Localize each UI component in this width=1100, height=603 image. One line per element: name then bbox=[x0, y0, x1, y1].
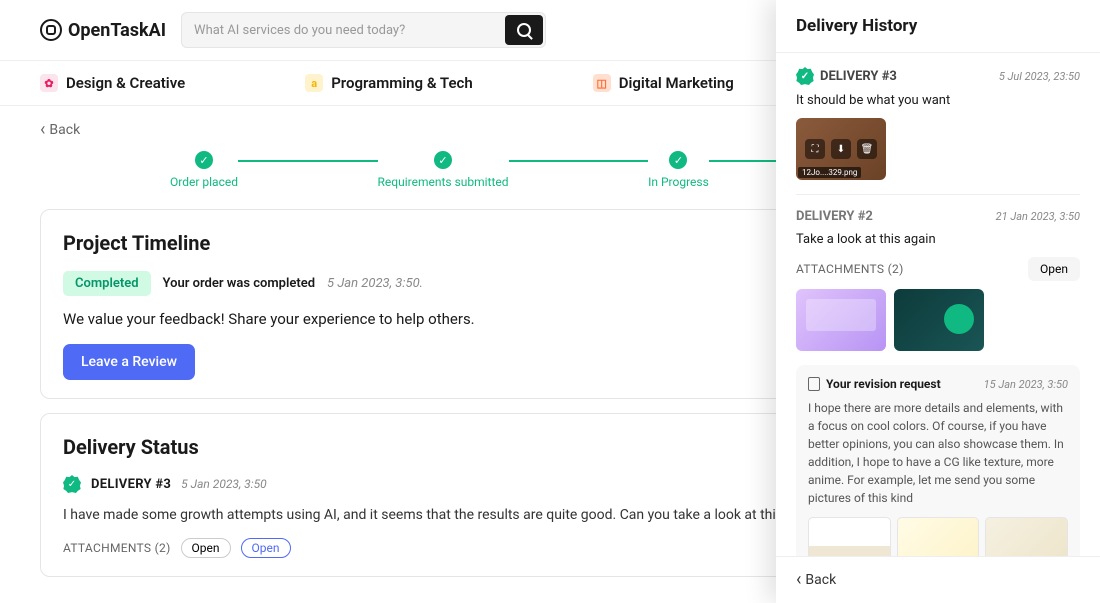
brand-name: OpenTaskAI bbox=[68, 20, 166, 41]
programming-icon: a bbox=[305, 74, 323, 92]
delivery-2-date: 21 Jan 2023, 3:50 bbox=[996, 210, 1080, 223]
delivery-2-title: DELIVERY #2 bbox=[796, 209, 873, 224]
delivery-3-message: It should be what you want bbox=[796, 93, 1080, 108]
step-requirements: Requirements submitted bbox=[378, 151, 509, 189]
panel-title: Delivery History bbox=[776, 0, 1100, 53]
leave-review-button[interactable]: Leave a Review bbox=[63, 344, 195, 380]
attachment-thumbnail[interactable] bbox=[894, 289, 984, 351]
status-text: Your order was completed bbox=[163, 276, 316, 291]
check-icon bbox=[434, 151, 452, 169]
design-icon: ✿ bbox=[40, 74, 58, 92]
thumbnail-caption: 12Jo....329.png bbox=[798, 167, 861, 178]
verified-icon bbox=[63, 475, 81, 493]
revision-body: I hope there are more details and elemen… bbox=[808, 399, 1068, 507]
attachment-thumbnail[interactable] bbox=[796, 289, 886, 351]
search-bar bbox=[181, 12, 546, 48]
revision-thumbnail[interactable] bbox=[808, 517, 891, 556]
step-in-progress: In Progress bbox=[648, 151, 709, 189]
delivery-3-section: DELIVERY #3 5 Jul 2023, 23:50 It should … bbox=[796, 53, 1080, 195]
logo-icon bbox=[40, 19, 62, 41]
category-design[interactable]: ✿Design & Creative bbox=[40, 74, 185, 92]
verified-icon bbox=[796, 67, 814, 85]
panel-footer: Back bbox=[776, 556, 1100, 603]
delivery-3-title: DELIVERY #3 bbox=[820, 69, 897, 84]
status-date: 5 Jan 2023, 3:50. bbox=[327, 276, 423, 291]
chevron-left-icon bbox=[796, 571, 801, 589]
attachment-thumbnail[interactable]: ⛶ ⬇ 🗑 12Jo....329.png bbox=[796, 118, 886, 180]
delivery-2-message: Take a look at this again bbox=[796, 232, 1080, 247]
check-icon bbox=[195, 151, 213, 169]
check-icon bbox=[669, 151, 687, 169]
category-programming[interactable]: aProgramming & Tech bbox=[305, 74, 473, 92]
timeline-title: Project Timeline bbox=[63, 231, 210, 255]
search-input[interactable] bbox=[182, 15, 503, 46]
revision-thumbnail[interactable] bbox=[897, 517, 980, 556]
open-attachment-1[interactable]: Open bbox=[181, 538, 231, 558]
open-button[interactable]: Open bbox=[1028, 257, 1080, 281]
panel-body: DELIVERY #3 5 Jul 2023, 23:50 It should … bbox=[776, 53, 1100, 556]
delivery-number: DELIVERY #3 bbox=[91, 477, 171, 492]
step-order-placed: Order placed bbox=[170, 151, 238, 189]
category-marketing[interactable]: ◫Digital Marketing bbox=[593, 74, 734, 92]
chevron-left-icon bbox=[40, 121, 45, 139]
revision-date: 15 Jan 2023, 3:50 bbox=[984, 378, 1068, 391]
panel-back-button[interactable]: Back bbox=[796, 571, 1080, 589]
note-icon bbox=[808, 377, 820, 391]
marketing-icon: ◫ bbox=[593, 74, 611, 92]
attachments-label: ATTACHMENTS (2) bbox=[63, 541, 171, 555]
search-icon bbox=[517, 23, 531, 37]
revision-title: Your revision request bbox=[826, 377, 941, 391]
delivery-history-panel: Delivery History DELIVERY #3 5 Jul 2023,… bbox=[776, 0, 1100, 603]
delivery-2-section: DELIVERY #2 21 Jan 2023, 3:50 Take a loo… bbox=[796, 195, 1080, 556]
delivery-3-date: 5 Jul 2023, 23:50 bbox=[999, 70, 1080, 83]
attachments-label: ATTACHMENTS (2) bbox=[796, 262, 904, 276]
download-icon[interactable]: ⬇ bbox=[831, 139, 851, 159]
completed-badge: Completed bbox=[63, 271, 151, 296]
search-button[interactable] bbox=[505, 15, 543, 45]
delivery-date: 5 Jan 2023, 3:50 bbox=[181, 477, 267, 491]
revision-request: Your revision request 15 Jan 2023, 3:50 … bbox=[796, 365, 1080, 556]
delete-icon[interactable]: 🗑 bbox=[857, 139, 877, 159]
open-attachment-2[interactable]: Open bbox=[241, 538, 291, 558]
revision-thumbnail[interactable] bbox=[985, 517, 1068, 556]
expand-icon[interactable]: ⛶ bbox=[805, 139, 825, 159]
delivery-title: Delivery Status bbox=[63, 435, 199, 459]
logo[interactable]: OpenTaskAI bbox=[40, 19, 166, 41]
